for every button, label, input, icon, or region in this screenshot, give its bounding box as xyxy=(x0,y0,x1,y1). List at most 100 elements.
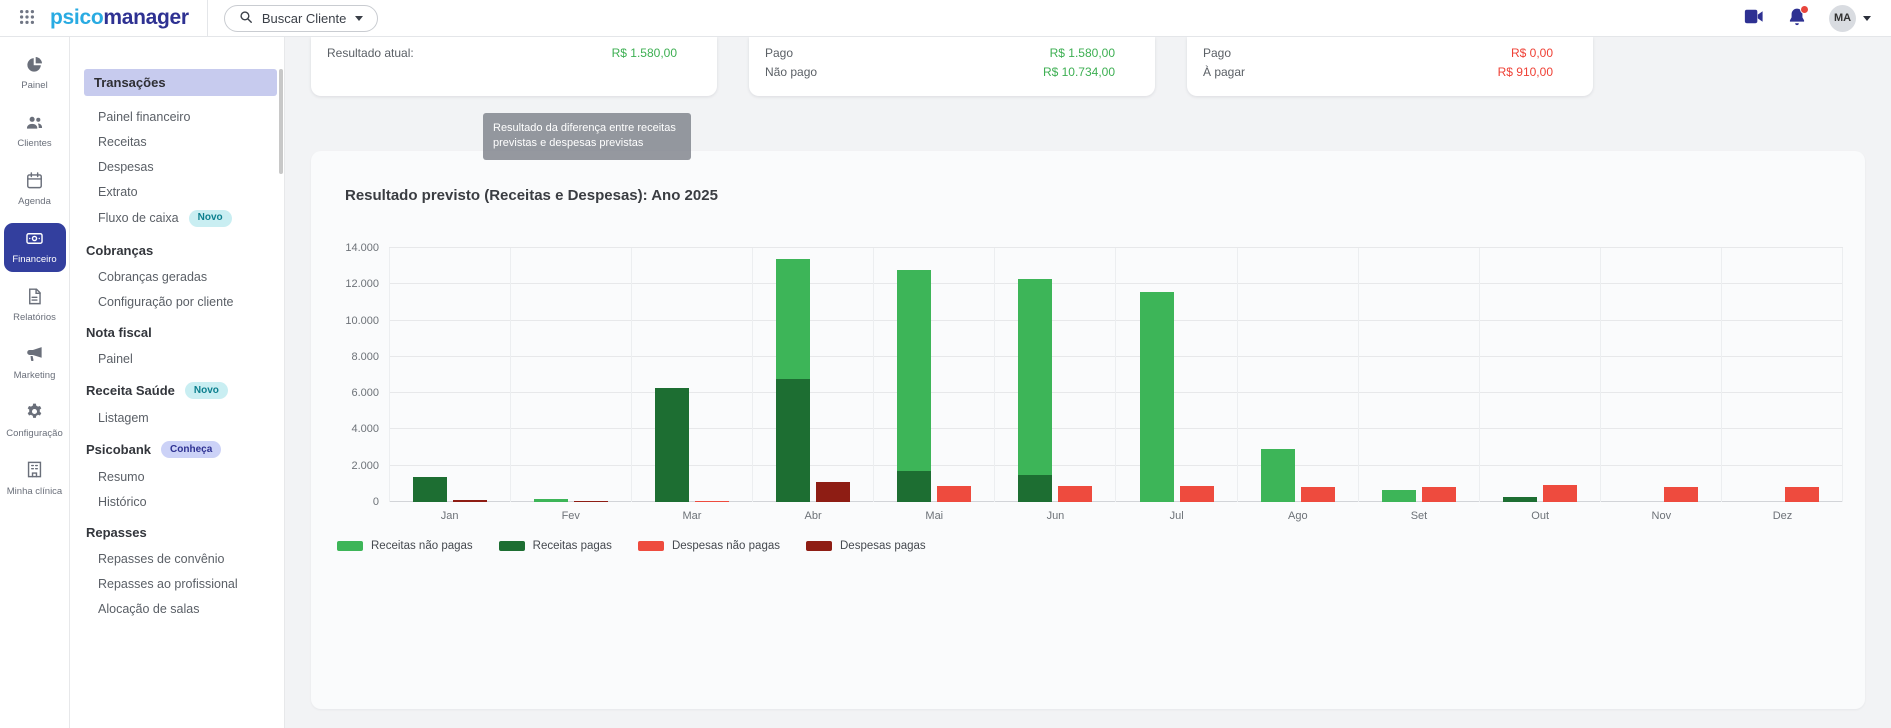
bar-segment-receitas[interactable] xyxy=(1381,490,1416,502)
x-tick-label: Dez xyxy=(1772,510,1793,522)
chart-slots xyxy=(389,248,1843,502)
legend-label: Despesas pagas xyxy=(840,540,926,552)
bar-stack-despesas xyxy=(1300,248,1335,502)
notifications-button[interactable] xyxy=(1787,4,1809,30)
bar-segment-despesas[interactable] xyxy=(1542,484,1577,502)
rail-item-agenda[interactable]: Agenda xyxy=(4,165,66,214)
chart-month-slot xyxy=(995,248,1117,502)
sidebar-section-receita-saude[interactable]: Receita Saúde Novo xyxy=(70,371,284,405)
bar-segment-despesas[interactable] xyxy=(1300,486,1335,502)
chart-month-slot xyxy=(1359,248,1480,502)
rail-item-clientes[interactable]: Clientes xyxy=(4,107,66,156)
card-label: Resultado atual: xyxy=(327,46,414,60)
sidebar-scrollbar[interactable] xyxy=(279,69,283,174)
bar-segment-receitas[interactable] xyxy=(1018,278,1053,475)
rail-item-configuracao[interactable]: Configuração xyxy=(4,396,66,445)
legend-item[interactable]: Despesas não pagas xyxy=(637,540,780,552)
search-client-dropdown[interactable]: Buscar Cliente xyxy=(223,4,379,32)
rail-item-label: Agenda xyxy=(18,196,51,208)
y-tick-label: 6.000 xyxy=(351,387,379,400)
chart-month-slot xyxy=(390,248,512,502)
bar-segment-receitas[interactable] xyxy=(1139,291,1174,502)
sidebar-item-listagem[interactable]: Listagem xyxy=(70,405,284,430)
x-tick-label: Mar xyxy=(682,510,702,522)
bar-segment-despesas[interactable] xyxy=(1058,485,1093,502)
bar-stack-despesas xyxy=(1421,248,1456,502)
rail-item-relatorios[interactable]: Relatórios xyxy=(4,281,66,330)
user-menu-button[interactable]: MA xyxy=(1829,4,1871,32)
bar-segment-despesas[interactable] xyxy=(1179,485,1214,502)
sidebar-item-painel-financeiro[interactable]: Painel financeiro xyxy=(70,104,284,129)
rail-item-painel[interactable]: Painel xyxy=(4,49,66,98)
sidebar-item-repasses-de-convenio[interactable]: Repasses de convênio xyxy=(70,546,284,571)
chart-month-slot xyxy=(1480,248,1601,502)
app-logo[interactable]: psicomanager xyxy=(50,6,189,30)
legend-item[interactable]: Despesas pagas xyxy=(806,540,926,552)
bar-segment-despesas[interactable] xyxy=(1663,486,1698,502)
sidebar-item-resumo[interactable]: Resumo xyxy=(70,464,284,489)
bar-segment-receitas[interactable] xyxy=(534,499,569,502)
bar-segment-receitas[interactable] xyxy=(897,471,932,502)
bar-stack-receitas xyxy=(534,248,569,502)
logo-part-psico: psico xyxy=(50,6,104,29)
bar-segment-receitas[interactable] xyxy=(776,378,811,502)
bar-segment-receitas[interactable] xyxy=(897,269,932,472)
bar-segment-despesas[interactable] xyxy=(937,485,972,502)
sidebar-section-nota-fiscal[interactable]: Nota fiscal xyxy=(70,314,284,346)
topbar-right: MA xyxy=(1742,4,1891,32)
bar-segment-receitas[interactable] xyxy=(413,476,448,502)
sidebar-item-historico[interactable]: Histórico xyxy=(70,489,284,514)
report-icon xyxy=(25,287,44,309)
bar-segment-despesas[interactable] xyxy=(1421,486,1456,502)
bar-segment-despesas[interactable] xyxy=(816,482,851,502)
rail-item-financeiro[interactable]: Financeiro xyxy=(3,222,66,272)
app-grid-button[interactable] xyxy=(18,8,36,29)
sidebar-section-transacoes[interactable]: Transações xyxy=(84,69,277,96)
sidebar-item-fluxo-de-caixa[interactable]: Fluxo de caixa Novo xyxy=(70,204,284,232)
bar-segment-despesas[interactable] xyxy=(574,500,609,502)
bar-segment-receitas[interactable] xyxy=(1502,497,1537,502)
bar-stack-receitas xyxy=(1139,248,1174,502)
bar-segment-receitas[interactable] xyxy=(776,258,811,379)
bar-stack-receitas xyxy=(1018,248,1053,502)
bar-stack-receitas xyxy=(1381,248,1416,502)
y-tick-label: 8.000 xyxy=(351,350,379,363)
money-icon xyxy=(25,229,44,251)
bar-segment-receitas[interactable] xyxy=(1260,449,1295,502)
legend-item[interactable]: Receitas pagas xyxy=(498,540,612,552)
sidebar-item-receitas[interactable]: Receitas xyxy=(70,129,284,154)
card-label: À pagar xyxy=(1203,65,1246,79)
bar-segment-receitas[interactable] xyxy=(1018,474,1053,502)
bar-segment-despesas[interactable] xyxy=(453,499,488,502)
bar-stack-despesas xyxy=(453,248,488,502)
chart: 0 2.000 4.000 6.000 8.000 10.000 12.000 14.000 xyxy=(333,242,1843,508)
sidebar-item-extrato[interactable]: Extrato xyxy=(70,179,284,204)
x-tick-label: Fev xyxy=(561,510,580,522)
x-tick-label: Nov xyxy=(1651,510,1672,522)
bar-segment-receitas[interactable] xyxy=(655,387,690,502)
sidebar-item-painel[interactable]: Painel xyxy=(70,346,284,371)
rail-item-marketing[interactable]: Marketing xyxy=(4,338,66,387)
card-label: Pago xyxy=(765,46,794,60)
y-tick-label: 0 xyxy=(372,496,379,508)
video-call-button[interactable] xyxy=(1742,5,1765,31)
sidebar-section-repasses[interactable]: Repasses xyxy=(70,514,284,546)
notification-dot xyxy=(1800,4,1809,14)
sidebar-item-alocacao-de-salas[interactable]: Alocação de salas xyxy=(70,596,284,621)
sidebar-item-cobrancas-geradas[interactable]: Cobranças geradas xyxy=(70,264,284,289)
bar-segment-despesas[interactable] xyxy=(695,500,730,502)
sidebar-section-cobrancas[interactable]: Cobranças xyxy=(70,232,284,264)
bar-stack-despesas xyxy=(1179,248,1214,502)
sidebar-item-configuracao-por-cliente[interactable]: Configuração por cliente xyxy=(70,289,284,314)
legend-item[interactable]: Receitas não pagas xyxy=(337,540,473,552)
bar-segment-despesas[interactable] xyxy=(1784,486,1819,502)
sidebar-item-repasses-ao-profissional[interactable]: Repasses ao profissional xyxy=(70,571,284,596)
bar-stack-receitas xyxy=(776,248,811,502)
sidebar-section-psicobank[interactable]: Psicobank Conheça xyxy=(70,430,284,464)
people-icon xyxy=(25,113,44,135)
pie-chart-icon xyxy=(25,55,44,77)
summary-card-despesas: Pago R$ 0,00 À pagar R$ 910,00 xyxy=(1187,37,1593,96)
rail-item-minha-clinica[interactable]: Minha clínica xyxy=(4,454,66,503)
chart-legend: Receitas não pagas Receitas pagas Despesas… xyxy=(337,540,1843,552)
sidebar-item-despesas[interactable]: Despesas xyxy=(70,154,284,179)
